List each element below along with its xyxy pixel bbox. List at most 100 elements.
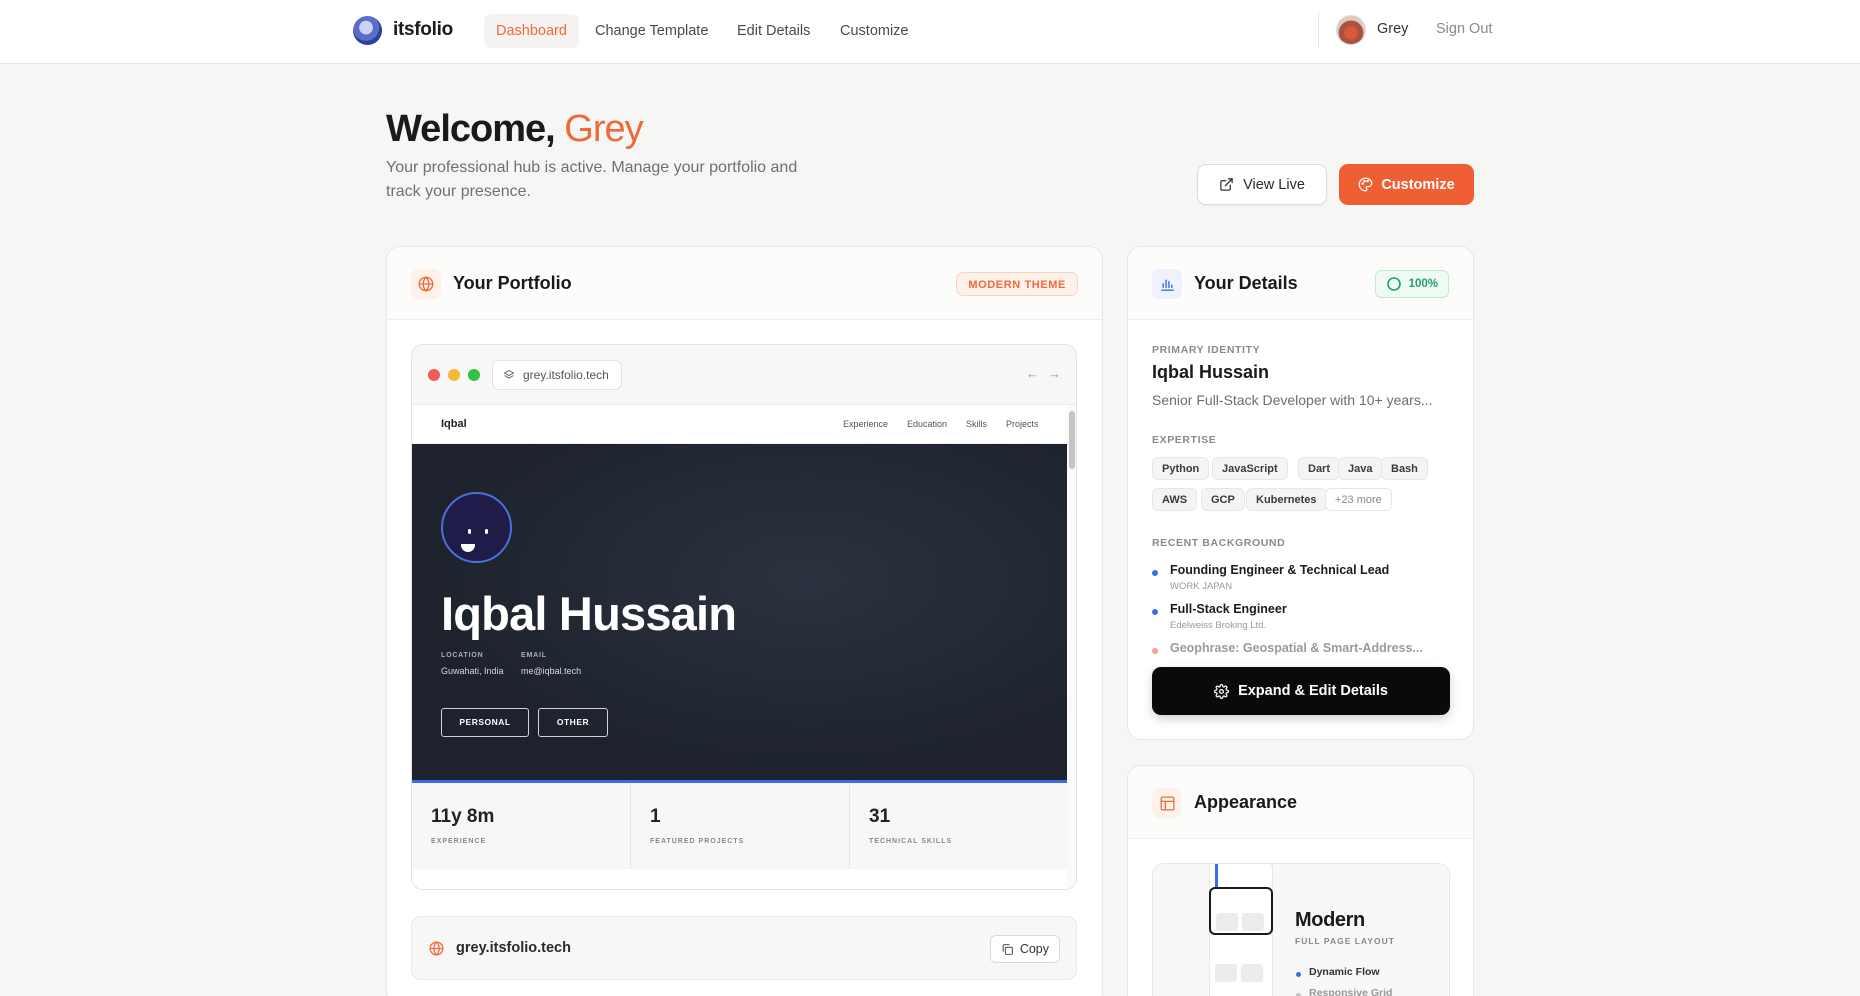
skill-tag: JavaScript: [1212, 457, 1288, 480]
site-hero: Iqbal Hussain LOCATION Guwahati, India E…: [412, 444, 1069, 783]
copy-button[interactable]: Copy: [989, 935, 1060, 963]
hero-avatar: [441, 492, 512, 563]
window-maximize-dot: [468, 369, 480, 381]
skill-tag: Java: [1338, 457, 1383, 480]
template-preview[interactable]: Modern FULL PAGE LAYOUT Dynamic Flow Res…: [1152, 863, 1450, 996]
skill-tag: GCP: [1201, 488, 1245, 511]
portfolio-url-row: grey.itsfolio.tech Copy: [411, 916, 1077, 980]
stat-label: FEATURED PROJECTS: [650, 838, 745, 845]
appearance-card: Appearance Modern FULL PAGE LAYOUT Dynam…: [1127, 765, 1474, 996]
job-bullet: [1152, 570, 1158, 576]
nav-edit-details[interactable]: Edit Details: [725, 14, 822, 48]
sign-out-link[interactable]: Sign Out: [1436, 21, 1492, 37]
avatar-eye: [485, 529, 488, 534]
details-card-header: Your Details 100%: [1128, 247, 1473, 320]
skill-tag: Dart: [1298, 457, 1341, 480]
hero-name: Iqbal Hussain: [441, 587, 737, 640]
site-brand: Iqbal: [441, 418, 467, 430]
job-title: Geophrase: Geospatial & Smart-Address...: [1170, 641, 1423, 655]
progress-circle-icon: [1386, 277, 1401, 291]
other-button: OTHER: [538, 708, 608, 737]
details-title: Your Details: [1194, 273, 1298, 293]
stat-value: 11y 8m: [431, 806, 495, 827]
browser-bar: grey.itsfolio.tech ← →: [412, 345, 1076, 405]
globe-icon: [411, 269, 441, 299]
brand-name[interactable]: itsfolio: [393, 19, 453, 41]
forward-arrow-icon[interactable]: →: [1048, 366, 1061, 381]
preview-scroll-thumb[interactable]: [1069, 411, 1075, 469]
avatar-eye: [468, 529, 471, 534]
layers-icon: [503, 369, 515, 379]
site-link-education: Education: [907, 419, 948, 429]
email-label: EMAIL: [521, 652, 547, 659]
nav-customize[interactable]: Customize: [828, 14, 921, 48]
details-card: Your Details 100% PRIMARY IDENTITY Iqbal…: [1127, 246, 1474, 740]
top-nav: itsfolio Dashboard Change Template Edit …: [0, 0, 1860, 64]
bar-chart-icon: [1152, 269, 1182, 299]
template-name: Modern: [1295, 909, 1365, 931]
stat-value: 1: [650, 806, 661, 827]
mini-block: [1216, 913, 1238, 931]
portfolio-title: Your Portfolio: [453, 273, 572, 293]
layout-icon: [1152, 788, 1182, 818]
view-live-button[interactable]: View Live: [1197, 164, 1327, 205]
job-bullet: [1152, 609, 1158, 615]
site-link-experience: Experience: [843, 419, 889, 429]
palette-icon: [1358, 177, 1373, 192]
job-title: Founding Engineer & Technical Lead: [1170, 563, 1390, 577]
feature-bullet: [1296, 972, 1301, 977]
feature-item: Responsive Grid: [1309, 987, 1393, 996]
expand-edit-details-button[interactable]: Expand & Edit Details: [1152, 667, 1450, 715]
user-name[interactable]: Grey: [1377, 21, 1408, 37]
site-link-skills: Skills: [966, 419, 988, 429]
expertise-label: EXPERTISE: [1152, 434, 1217, 446]
portfolio-preview[interactable]: grey.itsfolio.tech ← → Iqbal Experience …: [411, 344, 1077, 890]
completion-badge: 100%: [1374, 270, 1449, 298]
nav-change-template[interactable]: Change Template: [583, 14, 720, 48]
nav-dashboard[interactable]: Dashboard: [484, 14, 579, 48]
copy-label: Copy: [1019, 942, 1049, 956]
page-title: Welcome, Grey: [386, 108, 644, 151]
page-subtitle: Your professional hub is active. Manage …: [386, 159, 798, 200]
mini-block: [1215, 964, 1237, 982]
copy-icon: [1002, 943, 1013, 955]
preview-url-pill[interactable]: grey.itsfolio.tech: [492, 360, 622, 390]
stat-label: EXPERIENCE: [431, 838, 487, 845]
email-value: me@iqbal.tech: [521, 666, 582, 676]
mini-block: [1242, 913, 1264, 931]
completion-value: 100%: [1408, 278, 1438, 290]
site-link-projects: Projects: [1006, 419, 1039, 429]
background-label: RECENT BACKGROUND: [1152, 537, 1286, 549]
job-company: Edelweiss Broking Ltd.: [1170, 620, 1267, 631]
welcome-text: Welcome,: [386, 108, 556, 150]
location-value: Guwahati, India: [441, 666, 504, 676]
customize-button[interactable]: Customize: [1339, 164, 1474, 205]
globe-icon: [429, 941, 444, 956]
stat-skills: 31 TECHNICAL SKILLS: [850, 783, 1069, 869]
portfolio-card-header: Your Portfolio MODERN THEME: [387, 247, 1102, 320]
identity-name: Iqbal Hussain: [1152, 362, 1270, 382]
logo-icon[interactable]: [353, 16, 382, 45]
view-live-label: View Live: [1243, 176, 1305, 193]
location-label: LOCATION: [441, 652, 484, 659]
stat-experience: 11y 8m EXPERIENCE: [412, 783, 631, 869]
gear-icon: [1214, 683, 1230, 699]
stat-label: TECHNICAL SKILLS: [869, 838, 953, 845]
portfolio-url[interactable]: grey.itsfolio.tech: [456, 940, 571, 956]
skill-tag: AWS: [1152, 488, 1198, 511]
template-subtitle: FULL PAGE LAYOUT: [1295, 936, 1395, 946]
portfolio-card: Your Portfolio MODERN THEME grey.itsfoli…: [386, 246, 1103, 996]
appearance-card-header: Appearance: [1128, 766, 1473, 839]
preview-scrollbar[interactable]: [1067, 405, 1076, 889]
avatar-mouth: [461, 544, 475, 552]
skill-tag: Bash: [1381, 457, 1428, 480]
more-skills-tag[interactable]: +23 more: [1325, 488, 1392, 511]
mini-block: [1241, 964, 1263, 982]
back-arrow-icon[interactable]: ←: [1026, 366, 1039, 381]
preview-site: Iqbal Experience Education Skills Projec…: [412, 405, 1069, 889]
avatar[interactable]: [1336, 15, 1366, 45]
nav-divider: [1318, 13, 1319, 47]
identity-label: PRIMARY IDENTITY: [1152, 344, 1261, 356]
appearance-title: Appearance: [1194, 792, 1298, 812]
job-bullet: [1152, 648, 1158, 654]
